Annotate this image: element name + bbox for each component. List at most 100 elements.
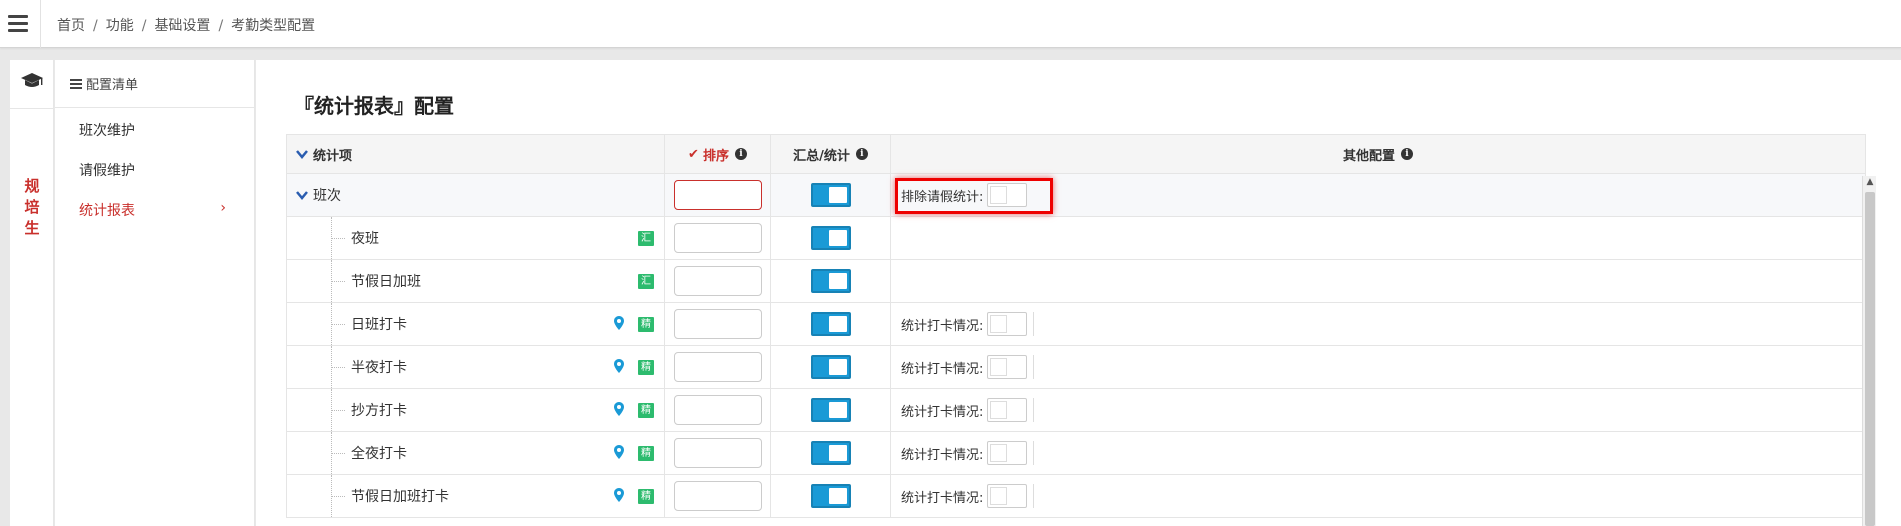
summary-toggle[interactable] — [810, 484, 851, 508]
nav-item-report[interactable]: 统计报表 — [79, 200, 135, 220]
sort-cell — [664, 174, 770, 216]
summary-cell — [770, 432, 890, 474]
punch-stats-toggle[interactable] — [987, 312, 1028, 336]
summary-toggle[interactable] — [810, 312, 851, 336]
item-cell: 抄方打卡 精 — [286, 389, 664, 431]
summary-toggle[interactable] — [810, 183, 851, 207]
table-row: 半夜打卡 精 统计打卡情况: — [286, 346, 1866, 389]
tree-branch — [331, 324, 345, 325]
header-other: 其他配置 i — [890, 135, 1866, 173]
other-cell: 统计打卡情况: — [890, 475, 1866, 517]
divider — [1033, 355, 1035, 379]
summary-cell — [770, 260, 890, 302]
nav-item-leave[interactable]: 请假维护 — [79, 160, 135, 180]
punch-stats-toggle[interactable] — [987, 398, 1028, 422]
breadcrumb-home[interactable]: 首页 — [57, 18, 85, 34]
header-item[interactable]: 统计项 — [286, 135, 664, 173]
punch-stats-label: 统计打卡情况: — [901, 490, 984, 506]
punch-stats-toggle[interactable] — [987, 441, 1028, 465]
punch-stats-label: 统计打卡情况: — [901, 404, 984, 420]
item-label: 节假日加班打卡 — [351, 489, 449, 505]
table-row: 抄方打卡 精 统计打卡情况: — [286, 389, 1866, 432]
sort-input[interactable] — [673, 352, 762, 382]
scroll-thumb[interactable] — [1865, 192, 1875, 526]
sort-input[interactable] — [673, 481, 762, 511]
summary-cell — [770, 217, 890, 259]
table-row: 节假日加班 汇 — [286, 260, 1866, 303]
item-label: 半夜打卡 — [351, 360, 407, 376]
breadcrumb-basic-settings[interactable]: 基础设置 — [154, 18, 210, 34]
punch-stats-label: 统计打卡情况: — [901, 318, 984, 334]
summary-cell — [770, 303, 890, 345]
icon-column-divider — [10, 108, 54, 109]
item-badge: 汇 — [638, 274, 654, 289]
chevron-down-icon[interactable] — [295, 147, 309, 161]
other-cell: 统计打卡情况: — [890, 303, 1866, 345]
summary-cell — [770, 475, 890, 517]
other-cell: 统计打卡情况: — [890, 432, 1866, 474]
divider — [1033, 398, 1035, 422]
item-label: 夜班 — [351, 231, 379, 247]
summary-toggle[interactable] — [810, 355, 851, 379]
top-bar: 首页 / 功能 / 基础设置 / 考勤类型配置 — [0, 0, 1901, 48]
header-other-label: 其他配置 — [1342, 148, 1395, 164]
item-badge: 汇 — [638, 231, 654, 246]
sort-input[interactable] — [673, 223, 762, 253]
config-list-header: 配置清单 — [55, 60, 254, 108]
punch-stats-toggle[interactable] — [987, 484, 1028, 508]
top-divider — [40, 0, 41, 48]
tree-branch — [331, 238, 345, 239]
other-cell: 排除请假统计: — [890, 174, 1866, 216]
item-cell: 日班打卡 精 — [286, 303, 664, 345]
exclude-leave-label: 排除请假统计: — [901, 189, 984, 205]
breadcrumb-function[interactable]: 功能 — [106, 18, 134, 34]
summary-toggle[interactable] — [810, 441, 851, 465]
item-cell: 节假日加班打卡 精 — [286, 475, 664, 517]
list-icon — [70, 78, 82, 89]
table-row: 节假日加班打卡 精 统计打卡情况: — [286, 475, 1866, 518]
punch-stats-toggle[interactable] — [987, 355, 1028, 379]
item-cell: 全夜打卡 精 — [286, 432, 664, 474]
sort-input[interactable] — [673, 309, 762, 339]
info-icon[interactable]: i — [734, 148, 747, 160]
summary-toggle[interactable] — [810, 226, 851, 250]
tree-branch — [331, 453, 345, 454]
summary-toggle[interactable] — [810, 269, 851, 293]
sort-input[interactable] — [673, 266, 762, 296]
nav-item-shift[interactable]: 班次维护 — [79, 120, 135, 140]
info-icon[interactable]: i — [855, 148, 868, 160]
exclude-leave-toggle[interactable] — [987, 183, 1028, 207]
menu-toggle-icon[interactable] — [8, 15, 28, 33]
punch-stats-label: 统计打卡情况: — [901, 447, 984, 463]
module-column: 规 培 生 — [10, 60, 54, 526]
summary-toggle[interactable] — [810, 398, 851, 422]
graduation-cap-icon[interactable] — [20, 72, 44, 90]
scroll-up-arrow-icon[interactable]: ▲ — [1865, 176, 1875, 188]
sort-input[interactable] — [673, 438, 762, 468]
sort-cell — [664, 389, 770, 431]
summary-cell — [770, 346, 890, 388]
breadcrumb-current: 考勤类型配置 — [231, 18, 316, 34]
divider — [1033, 441, 1035, 465]
item-label: 全夜打卡 — [351, 446, 407, 462]
location-pin-icon — [614, 488, 624, 502]
item-badge: 精 — [638, 403, 654, 418]
sort-input[interactable] — [673, 180, 762, 210]
module-label-char: 规 — [24, 177, 40, 195]
item-cell: 半夜打卡 精 — [286, 346, 664, 388]
divider — [1033, 312, 1035, 336]
item-badge: 精 — [638, 317, 654, 332]
item-badge: 精 — [638, 489, 654, 504]
tree-branch — [331, 367, 345, 368]
header-summary: 汇总/统计 i — [770, 135, 890, 173]
info-icon[interactable]: i — [1401, 148, 1413, 160]
divider — [1033, 484, 1035, 508]
tree-branch — [331, 496, 345, 497]
sort-input[interactable] — [673, 395, 762, 425]
summary-cell — [770, 174, 890, 216]
group-cell[interactable]: 班次 — [286, 174, 664, 216]
vertical-scrollbar[interactable]: ▲ — [1862, 176, 1876, 526]
chevron-down-icon[interactable] — [295, 188, 309, 202]
module-label[interactable]: 规 培 生 — [10, 176, 54, 239]
check-icon: ✔ — [688, 146, 699, 162]
